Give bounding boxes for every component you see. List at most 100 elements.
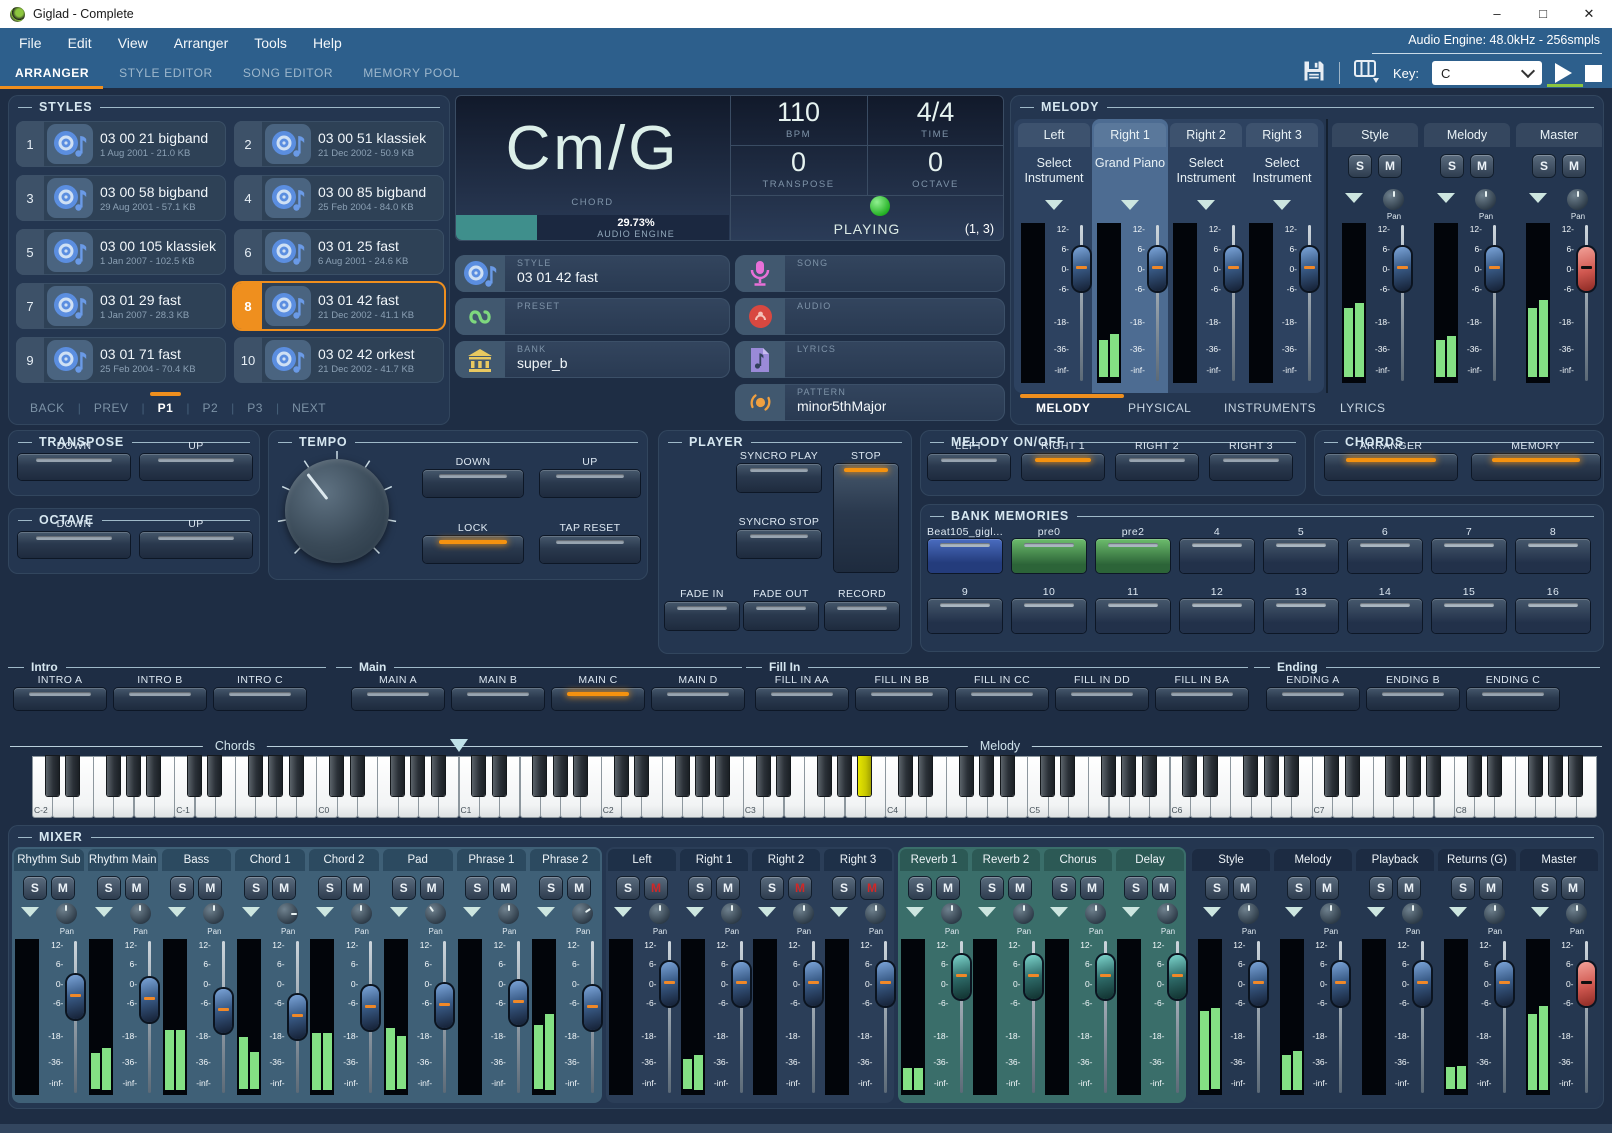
pan-knob[interactable]: [130, 903, 151, 924]
bank-memory-4[interactable]: [1180, 539, 1254, 573]
menu-item-tools[interactable]: Tools: [241, 35, 300, 51]
solo-button[interactable]: S: [319, 877, 341, 899]
bank-memory-5[interactable]: [1264, 539, 1338, 573]
black-key[interactable]: [1285, 756, 1298, 796]
channel-header-right-2[interactable]: Right 2: [752, 849, 820, 871]
solo-button[interactable]: S: [833, 877, 855, 899]
dropdown-triangle-icon[interactable]: [316, 907, 334, 917]
melody-onoff-right-1-button[interactable]: [1022, 454, 1104, 480]
mute-button[interactable]: M: [1563, 155, 1585, 177]
pan-knob[interactable]: [572, 903, 593, 924]
pager-back[interactable]: BACK: [30, 401, 65, 415]
pan-knob[interactable]: [1567, 189, 1588, 210]
field-pattern[interactable]: PATTERNminor5thMajor: [735, 384, 1005, 421]
channel-header-reverb-1[interactable]: Reverb 1: [900, 849, 968, 871]
black-key[interactable]: [574, 756, 587, 796]
solo-button[interactable]: S: [761, 877, 783, 899]
channel-header-phrase-2[interactable]: Phrase 2: [530, 849, 600, 871]
mute-button[interactable]: M: [1234, 877, 1256, 899]
fader-handle[interactable]: [1225, 247, 1242, 291]
section-fill-in-cc-button[interactable]: [956, 688, 1048, 710]
black-key[interactable]: [960, 756, 973, 796]
solo-button[interactable]: S: [1452, 877, 1474, 899]
black-key[interactable]: [188, 756, 201, 796]
mute-button[interactable]: M: [273, 877, 295, 899]
fader-handle[interactable]: [510, 981, 527, 1025]
fader-handle[interactable]: [1414, 962, 1431, 1006]
pan-knob[interactable]: [1402, 903, 1423, 924]
mute-button[interactable]: M: [1009, 877, 1031, 899]
field-bank[interactable]: BANKsuper_b: [455, 341, 730, 378]
dropdown-triangle-icon[interactable]: [95, 907, 113, 917]
dropdown-triangle-icon[interactable]: [978, 907, 996, 917]
dropdown-triangle-icon[interactable]: [1449, 907, 1467, 917]
dropdown-triangle-icon[interactable]: [1437, 193, 1455, 203]
fader-handle[interactable]: [1073, 247, 1090, 291]
mute-button[interactable]: M: [1316, 877, 1338, 899]
bank-memory-9[interactable]: [928, 599, 1002, 633]
solo-button[interactable]: S: [1206, 877, 1228, 899]
fader-handle[interactable]: [661, 962, 678, 1006]
dropdown-triangle-icon[interactable]: [1045, 200, 1063, 210]
channel-header-pad[interactable]: Pad: [383, 849, 453, 871]
section-main-b-button[interactable]: [452, 688, 544, 710]
fader-handle[interactable]: [1578, 247, 1595, 291]
instrument-selector-right-1[interactable]: Grand Piano: [1094, 151, 1166, 202]
tab-song-editor[interactable]: SONG EDITOR: [243, 66, 333, 80]
instrument-selector-right-2[interactable]: Select Instrument: [1170, 151, 1242, 202]
bank-memory-13[interactable]: [1264, 599, 1338, 633]
style-item[interactable]: 203 00 51 klassiek21 Dec 2002 - 50.9 KB: [234, 121, 444, 167]
black-key[interactable]: [411, 756, 424, 796]
chords-memory-button[interactable]: [1472, 454, 1600, 480]
black-key[interactable]: [635, 756, 648, 796]
fader-handle[interactable]: [141, 978, 158, 1022]
pan-knob[interactable]: [865, 903, 886, 924]
dropdown-triangle-icon[interactable]: [758, 907, 776, 917]
fader-handle[interactable]: [1169, 955, 1186, 999]
pan-knob[interactable]: [793, 903, 814, 924]
fader-handle[interactable]: [1486, 247, 1503, 291]
field-style[interactable]: STYLE03 01 42 fast: [455, 255, 730, 292]
field-audio[interactable]: AUDIO: [735, 298, 1005, 335]
pan-knob[interactable]: [1320, 903, 1341, 924]
dropdown-triangle-icon[interactable]: [463, 907, 481, 917]
dropdown-triangle-icon[interactable]: [1367, 907, 1385, 917]
black-key[interactable]: [554, 756, 567, 796]
section-ending-c-button[interactable]: [1467, 688, 1559, 710]
style-item[interactable]: 403 00 85 bigband25 Feb 2004 - 84.0 KB: [234, 175, 444, 221]
pan-knob[interactable]: [1566, 903, 1587, 924]
channel-header-delay[interactable]: Delay: [1116, 849, 1184, 871]
style-item[interactable]: 503 00 105 klassiek1 Jan 2007 - 102.5 KB: [16, 229, 226, 275]
fader-handle[interactable]: [1332, 962, 1349, 1006]
pan-knob[interactable]: [203, 903, 224, 924]
mute-button[interactable]: M: [645, 877, 667, 899]
solo-button[interactable]: S: [1370, 877, 1392, 899]
memory-pool-icon[interactable]: [1353, 58, 1380, 89]
transpose-down-button[interactable]: [18, 454, 130, 480]
channel-header-returns-g[interactable]: Returns (G): [1438, 849, 1516, 871]
black-key[interactable]: [899, 756, 912, 796]
fader-handle[interactable]: [1578, 962, 1595, 1006]
octave-down-button[interactable]: [18, 532, 130, 558]
solo-button[interactable]: S: [98, 877, 120, 899]
style-item[interactable]: 603 01 25 fast6 Aug 2001 - 24.6 KB: [234, 229, 444, 275]
black-key[interactable]: [1468, 756, 1481, 796]
black-key[interactable]: [1549, 756, 1562, 796]
fade-out-button[interactable]: [744, 602, 818, 630]
pager-p2[interactable]: P2: [202, 401, 218, 415]
melody-part-header-right-2[interactable]: Right 2: [1170, 123, 1242, 147]
black-key[interactable]: [1122, 756, 1135, 796]
pan-knob[interactable]: [941, 903, 962, 924]
pan-knob[interactable]: [1085, 903, 1106, 924]
dropdown-triangle-icon[interactable]: [686, 907, 704, 917]
maximize-button[interactable]: □: [1520, 0, 1566, 28]
black-key[interactable]: [1061, 756, 1074, 796]
solo-button[interactable]: S: [1533, 155, 1555, 177]
pan-knob[interactable]: [1157, 903, 1178, 924]
fader-handle[interactable]: [877, 962, 894, 1006]
black-key[interactable]: [147, 756, 160, 796]
fader-handle[interactable]: [215, 989, 232, 1033]
fader-handle[interactable]: [67, 975, 84, 1019]
dropdown-triangle-icon[interactable]: [1203, 907, 1221, 917]
black-key[interactable]: [1143, 756, 1156, 796]
